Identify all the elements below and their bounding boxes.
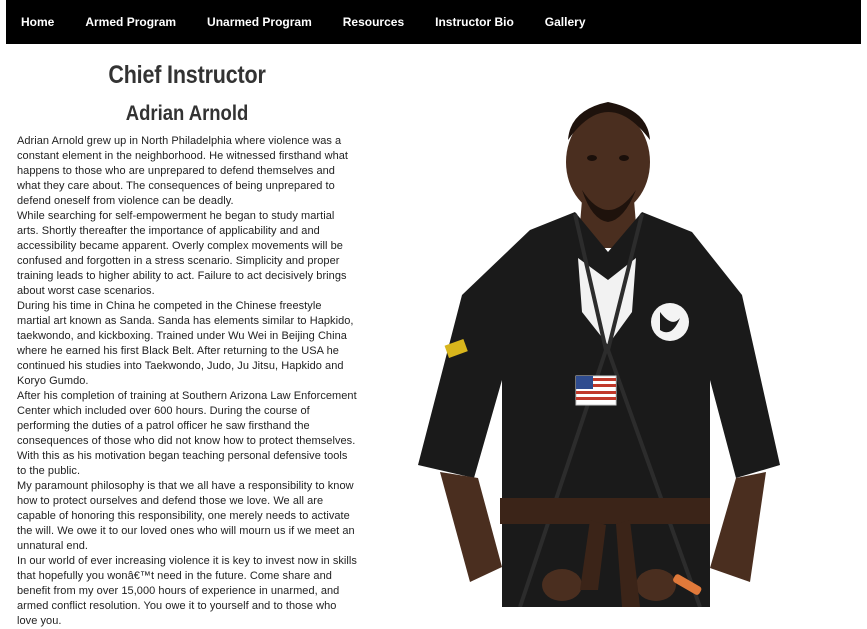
- bio-paragraph: Adrian Arnold grew up in North Philadelp…: [17, 135, 349, 207]
- bio-paragraph: In our world of ever increasing violence…: [17, 555, 357, 627]
- nav-instructor-bio[interactable]: Instructor Bio: [435, 15, 514, 29]
- bio-paragraph: During his time in China he competed in …: [17, 300, 354, 387]
- main-nav: Home Armed Program Unarmed Program Resou…: [6, 0, 861, 44]
- instructor-portrait-icon: [410, 80, 790, 607]
- nav-gallery[interactable]: Gallery: [545, 15, 586, 29]
- nav-unarmed-program[interactable]: Unarmed Program: [207, 15, 312, 29]
- bio-column: Chief Instructor Adrian Arnold Adrian Ar…: [17, 56, 357, 629]
- instructor-name: Adrian Arnold: [125, 102, 249, 125]
- page-title: Chief Instructor: [108, 61, 266, 89]
- bio-paragraph: While searching for self-empowerment he …: [17, 210, 347, 297]
- bio-text: Adrian Arnold grew up in North Philadelp…: [17, 134, 357, 629]
- nav-armed-program[interactable]: Armed Program: [85, 15, 176, 29]
- nav-home[interactable]: Home: [21, 15, 54, 29]
- nav-resources[interactable]: Resources: [343, 15, 404, 29]
- bio-paragraph: After his completion of training at Sout…: [17, 390, 357, 477]
- bio-paragraph: My paramount philosophy is that we all h…: [17, 480, 355, 552]
